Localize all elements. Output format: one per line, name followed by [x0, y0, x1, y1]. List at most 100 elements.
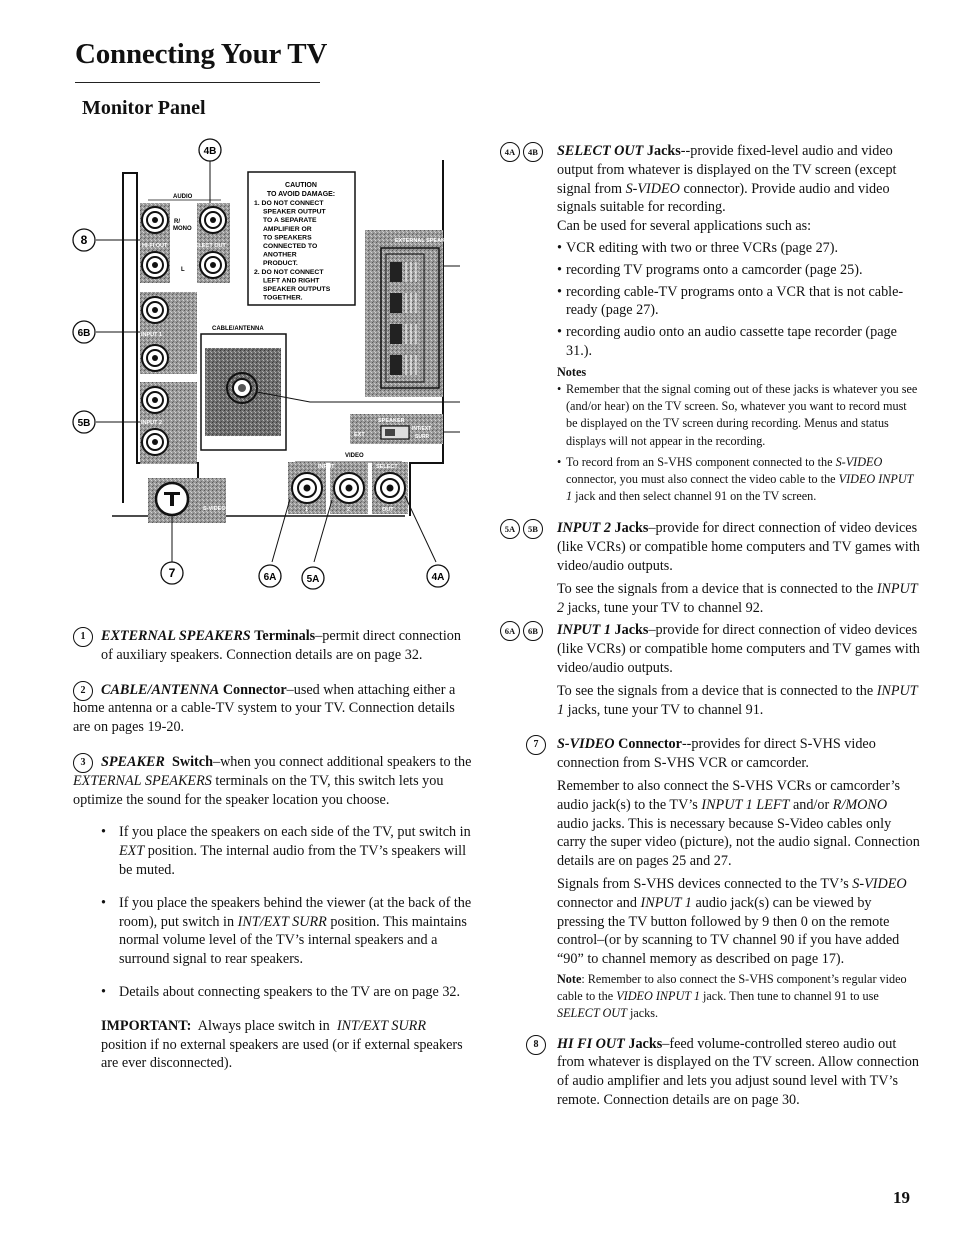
- svg-text:7: 7: [169, 566, 176, 580]
- s-video-note: Note: Remember to also connect the S-VHS…: [557, 971, 907, 1021]
- term: INPUT 2: [557, 520, 611, 537]
- callout-6a: 6A: [258, 564, 282, 588]
- cable-antenna-label: CABLE/ANTENNA: [212, 326, 264, 332]
- important-note: IMPORTANT: Always place switch in INT/EX…: [101, 1017, 463, 1072]
- video-label: VIDEO: [345, 453, 364, 459]
- item-external-speakers: 1 EXTERNAL SPEAKERS Terminals–permit dir…: [73, 627, 473, 665]
- caution-line: SPEAKER OUTPUTS: [263, 286, 331, 293]
- video-input-label: INPUT: [318, 464, 335, 470]
- kind: Jacks: [614, 622, 649, 639]
- input1-audio-jacks[interactable]: INPUT 1: [140, 292, 197, 374]
- kind: Connector: [222, 681, 287, 698]
- hifi-out-jacks[interactable]: HI-FI OUT: [140, 203, 170, 283]
- svg-text:5B: 5B: [78, 418, 91, 429]
- kind: Jacks: [614, 520, 649, 537]
- speaker-switch[interactable]: SPEAKER EXT INT/EXT SURR: [350, 414, 443, 444]
- caution-line: 2. DO NOT CONNECT: [254, 269, 324, 276]
- caution-line: SPEAKER OUTPUT: [263, 209, 327, 216]
- video-input-2-jack[interactable]: 2: [330, 462, 368, 514]
- notes: Notes Remember that the signal coming ou…: [557, 364, 920, 506]
- monitor-panel-diagram: AUDIO HI-FI OUT R/ MONO L SELECT OUT INP…: [60, 130, 497, 600]
- svg-text:EXTERNAL SPEAKERS: EXTERNAL SPEAKERS: [395, 238, 457, 244]
- left-column: 1 EXTERNAL SPEAKERS Terminals–permit dir…: [73, 627, 473, 1073]
- svg-text:CAUTION: CAUTION: [285, 182, 317, 189]
- description: –when you connect additional speakers to…: [212, 753, 472, 770]
- video-select-out-jack[interactable]: SELECT OUT: [372, 462, 408, 514]
- item-select-out: 4A 4B SELECT OUT Jacks--provide fixed-le…: [500, 142, 920, 505]
- caution-label: CAUTION TO AVOID DAMAGE: 1. DO NOT CONNE…: [247, 171, 356, 306]
- kind: Jacks: [628, 1035, 663, 1052]
- kind: Switch: [171, 753, 213, 770]
- svg-text:TO AVOID DAMAGE:: TO AVOID DAMAGE:: [267, 191, 335, 198]
- list-item: Details about connecting speakers to the…: [101, 983, 473, 1002]
- caution-line: AMPLIFIER OR: [263, 226, 312, 233]
- callout-badge: 2: [73, 680, 93, 701]
- term: CABLE/ANTENNA: [101, 681, 220, 698]
- audio-label: AUDIO: [173, 194, 193, 200]
- callout-badge: 4A: [500, 142, 520, 162]
- term: INPUT 1: [557, 622, 611, 639]
- callout-5a: 5A: [301, 566, 325, 590]
- svg-text:2: 2: [347, 507, 350, 513]
- callout-badge: 6A: [500, 621, 520, 642]
- svg-text:6B: 6B: [78, 328, 91, 339]
- list-item: If you place the speakers behind the vie…: [101, 894, 473, 969]
- right-column: 4A 4B SELECT OUT Jacks--provide fixed-le…: [500, 142, 920, 1110]
- item-cable-antenna: 2 CABLE/ANTENNA Connector–used when atta…: [73, 680, 473, 737]
- external-speakers-terminals[interactable]: EXTERNAL SPEAKERS: [365, 230, 457, 397]
- section-title: Monitor Panel: [82, 97, 206, 119]
- uses-intro: Can be used for several applications suc…: [557, 218, 812, 235]
- caution-line: PRODUCT.: [263, 260, 298, 267]
- kind: Connector: [618, 736, 682, 753]
- callout-badge: 5B: [523, 519, 543, 540]
- item-hifi-out: 8 HI FI OUT Jacks–feed volume-controlled…: [500, 1034, 920, 1110]
- term: EXTERNAL SPEAKERS: [101, 628, 251, 644]
- input2-label: INPUT 2: [141, 420, 162, 426]
- term: HI FI OUT: [557, 1035, 625, 1052]
- s-video-connector[interactable]: S-VIDEO: [148, 478, 226, 523]
- kind: Jacks: [646, 143, 681, 159]
- item-input-1: 6A 6B INPUT 1 Jacks–provide for direct c…: [500, 621, 920, 719]
- select-out-label: SELECT OUT: [191, 243, 226, 249]
- hifi-out-label: HI-FI OUT: [142, 243, 168, 249]
- caution-line: 1. DO NOT CONNECT: [254, 200, 324, 207]
- left-label: L: [181, 267, 185, 273]
- title-divider: [75, 82, 320, 83]
- callout-6b: 6B: [72, 320, 96, 344]
- r-mono-label-top: R/: [174, 219, 180, 225]
- select-out-audio-jacks[interactable]: SELECT OUT: [191, 203, 230, 283]
- note-item: To record from an S-VHS component connec…: [557, 454, 920, 506]
- use-item: recording TV programs onto a camcorder (…: [557, 261, 920, 280]
- description-emphasis: EXTERNAL SPEAKERS: [73, 772, 212, 789]
- item-input-2: 5A 5B INPUT 2 Jacks–provide for direct c…: [500, 519, 920, 617]
- callout-badge: 5A: [500, 519, 520, 540]
- callout-badge: 6B: [523, 621, 543, 642]
- svg-text:SPEAKER: SPEAKER: [378, 418, 405, 424]
- term: SPEAKER: [101, 753, 165, 770]
- svg-text:OUT: OUT: [382, 507, 394, 513]
- caution-line: ANOTHER: [263, 252, 297, 259]
- cable-antenna-connector[interactable]: [205, 348, 281, 436]
- callout-badge: 4B: [523, 142, 543, 162]
- svg-text:5A: 5A: [307, 574, 320, 585]
- callout-4a: 4A: [426, 564, 450, 588]
- callout-badge: 3: [73, 752, 93, 773]
- input2-audio-jacks[interactable]: INPUT 2: [140, 382, 197, 464]
- callout-badge: 1: [73, 627, 93, 647]
- callout-5b: 5B: [72, 410, 96, 434]
- svg-text:SELECT: SELECT: [376, 464, 398, 470]
- notes-heading: Notes: [557, 364, 587, 379]
- svg-text:4B: 4B: [204, 146, 217, 157]
- svg-text:1: 1: [305, 507, 308, 513]
- caution-line: LEFT AND RIGHT: [263, 277, 320, 284]
- list-item: If you place the speakers on each side o…: [101, 823, 473, 879]
- use-item: recording cable-TV programs onto a VCR t…: [557, 283, 920, 321]
- svg-text:INT/EXT: INT/EXT: [412, 426, 431, 432]
- callout-badge: 8: [526, 1034, 546, 1055]
- caution-line: TOGETHER.: [263, 295, 303, 302]
- note-item: Remember that the signal coming out of t…: [557, 381, 920, 450]
- svg-text:EXT: EXT: [354, 432, 365, 438]
- use-item: recording audio onto an audio cassette t…: [557, 323, 920, 361]
- svg-text:SURR: SURR: [415, 434, 430, 440]
- page-number: 19: [893, 1188, 910, 1207]
